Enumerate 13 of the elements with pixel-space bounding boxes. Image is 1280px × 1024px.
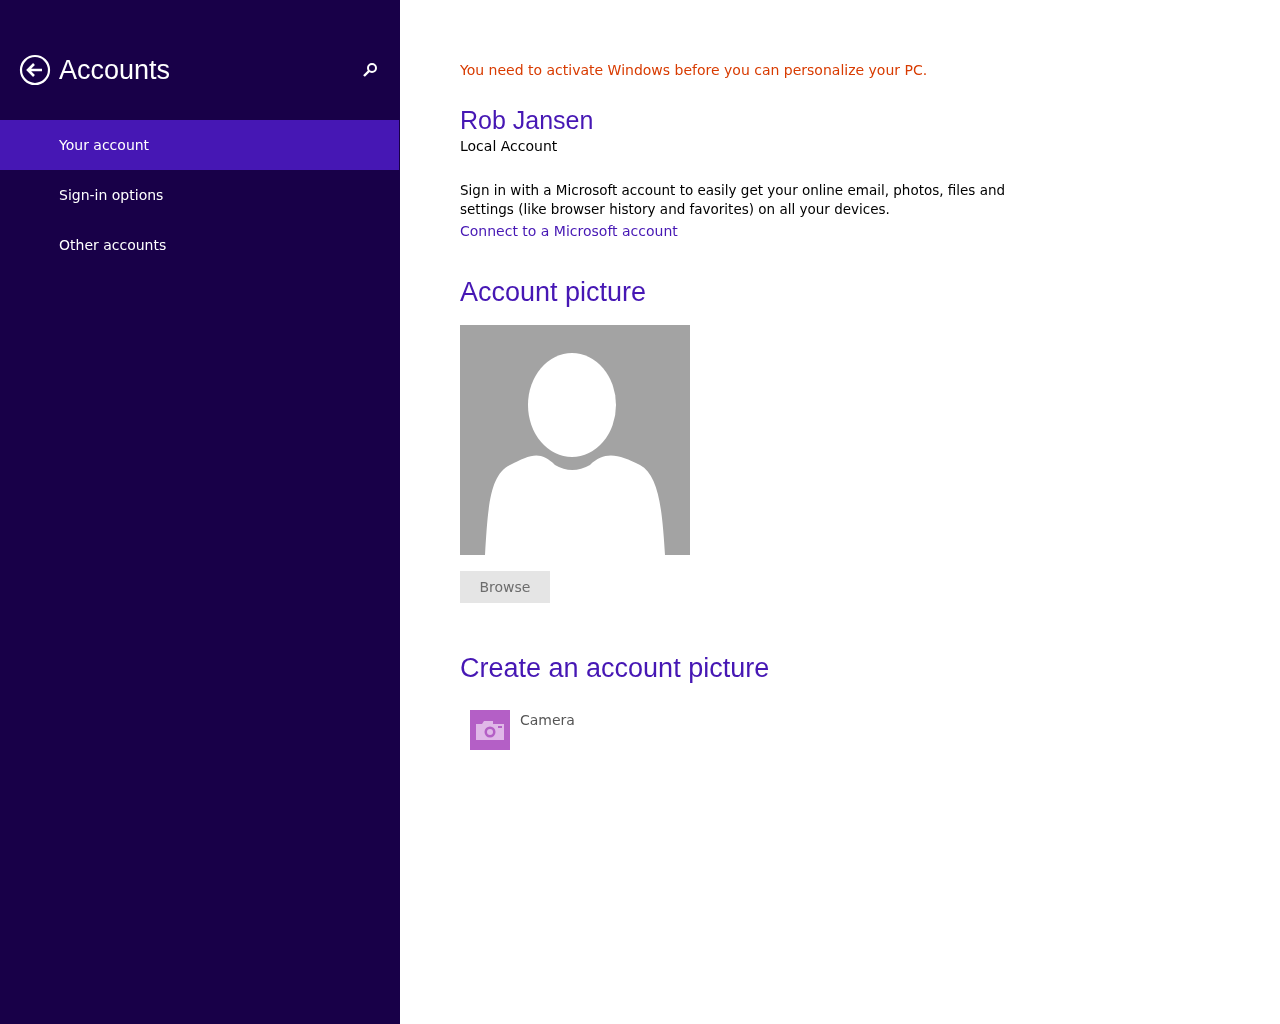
search-icon[interactable] [362, 62, 378, 78]
account-type: Local Account [460, 138, 559, 154]
activation-warning: You need to activate Windows before you can personalize your PC. [460, 62, 929, 78]
page-title: Accounts [59, 54, 172, 86]
nav-item[interactable]: Other accounts [0, 220, 399, 270]
nav-item[interactable]: Sign-in options [0, 170, 399, 220]
description-text: Sign in with a Microsoft account to easily get your online email, photos, files and settings (like browser history and favorites) on all your devices. [460, 181, 1007, 219]
section-heading: Account picture [460, 277, 648, 308]
user-name: Rob Jansen [460, 106, 595, 135]
app-label[interactable]: Camera [520, 712, 575, 728]
section-heading: Create an account picture [460, 653, 771, 684]
connect-link[interactable]: Connect to a Microsoft account [460, 223, 678, 239]
nav-item[interactable]: Your account [0, 120, 399, 170]
